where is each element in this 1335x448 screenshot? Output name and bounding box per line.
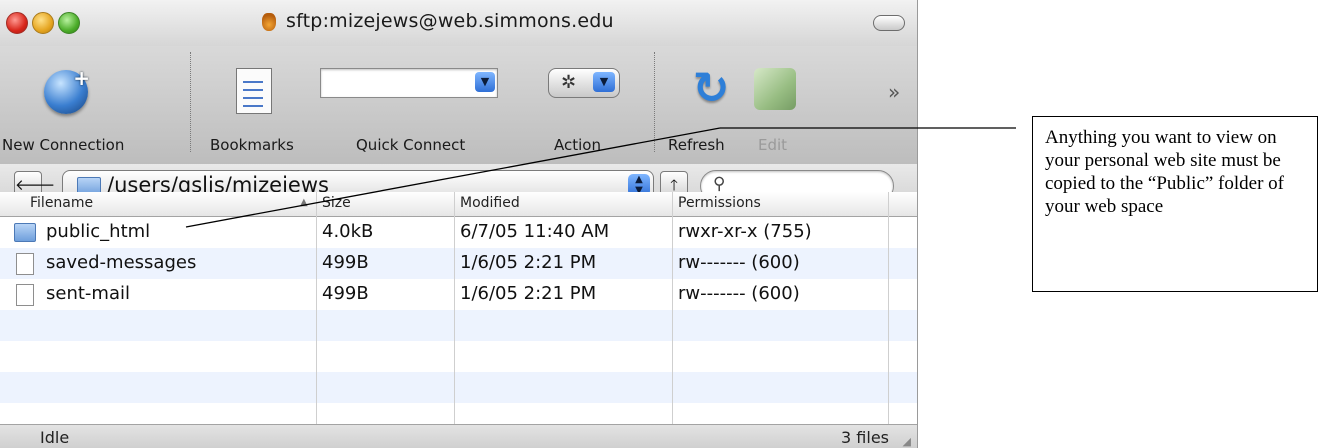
callout-pointer-line: [185, 127, 721, 228]
annotation-callout: Anything you want to view on your person…: [1032, 116, 1318, 292]
